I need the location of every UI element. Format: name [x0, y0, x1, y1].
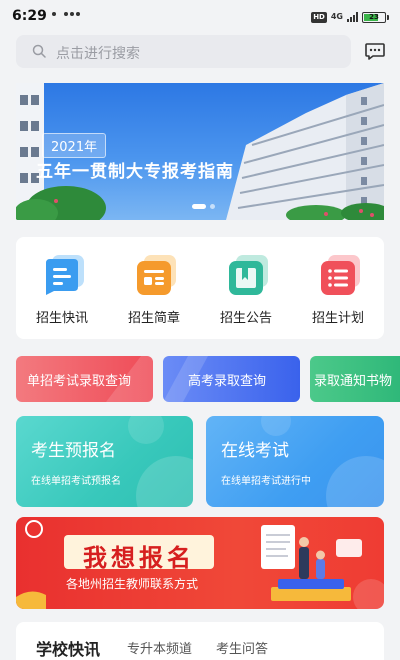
status-indicators: HD 4G 23 — [311, 9, 389, 25]
battery-level: 23 — [369, 12, 379, 21]
feature-subtitle: 在线单招考试进行中 — [221, 476, 311, 487]
carousel-indicator — [192, 204, 215, 209]
news-flash-icon — [46, 255, 84, 295]
announcement-icon — [229, 255, 268, 295]
news-section-title[interactable]: 学校快讯 — [36, 636, 100, 660]
pre-registration-card[interactable]: 考生预报名 在线单招考试预报名 — [16, 416, 193, 507]
quick-link-news[interactable]: 招生快讯 — [26, 249, 98, 329]
brochure-icon — [137, 255, 176, 295]
gaokao-admission-query-button[interactable]: 高考录取查询 — [163, 356, 300, 402]
banner-title: 五年一贯制大专报考指南 — [36, 162, 234, 182]
notification-dot-icon — [76, 12, 80, 16]
status-bar: 6:29 HD 4G 23 — [0, 0, 400, 34]
single-exam-admission-query-button[interactable]: 单招考试录取查询 — [16, 356, 153, 402]
hd-badge: HD — [311, 11, 327, 23]
school-news-section: 学校快讯 专升本频道 考生问答 — [16, 622, 384, 660]
signal-icon — [347, 12, 358, 22]
quick-link-label: 招生简章 — [127, 311, 180, 326]
quick-link-label: 招生快讯 — [35, 311, 88, 326]
online-exam-card[interactable]: 在线考试 在线单招考试进行中 — [206, 416, 384, 507]
query-button-label: 录取通知书物 — [314, 374, 393, 389]
quick-link-announcement[interactable]: 招生公告 — [210, 249, 282, 329]
tab-upgrade-channel[interactable]: 专升本频道 — [127, 638, 192, 657]
query-button-label: 高考录取查询 — [188, 374, 267, 389]
carousel-dot-active — [192, 204, 206, 209]
query-button-label: 单招考试录取查询 — [27, 374, 132, 389]
quick-link-label: 招生计划 — [311, 311, 364, 326]
feature-title: 在线考试 — [221, 441, 289, 461]
card-decoration — [261, 416, 384, 507]
sign-up-title-box: 我想报名 — [64, 535, 214, 572]
plan-list-icon — [321, 255, 360, 295]
quick-link-label: 招生公告 — [219, 311, 272, 326]
feature-subtitle: 在线单招考试预报名 — [31, 476, 121, 487]
search-icon — [32, 44, 46, 58]
message-icon[interactable] — [364, 40, 386, 62]
notification-dot-icon — [70, 12, 74, 16]
tab-student-qa[interactable]: 考生问答 — [216, 638, 268, 657]
card-decoration — [128, 416, 193, 507]
quick-link-plan[interactable]: 招生计划 — [302, 249, 374, 329]
admission-letter-button[interactable]: 录取通知书物 — [310, 356, 400, 402]
quick-link-brochure[interactable]: 招生简章 — [118, 249, 190, 329]
search-placeholder: 点击进行搜索 — [56, 46, 140, 62]
banner-carousel[interactable]: 2021年 五年一贯制大专报考指南 — [16, 83, 384, 220]
notification-dot-icon — [64, 12, 68, 16]
status-time: 6:29 — [12, 8, 47, 24]
quick-links-card: 招生快讯 招生简章 招生公告 招生计划 — [16, 237, 384, 339]
network-type: 4G — [330, 12, 343, 21]
banner-year-tag: 2021年 — [42, 133, 107, 158]
sign-up-subtitle: 各地州招生教师联系方式 — [66, 577, 199, 591]
sign-up-banner[interactable]: 我想报名 各地州招生教师联系方式 — [16, 517, 384, 609]
search-input[interactable]: 点击进行搜索 — [16, 35, 351, 68]
battery-icon: 23 — [362, 11, 389, 23]
carousel-dot — [210, 204, 215, 209]
sign-up-title: 我想报名 — [83, 544, 195, 572]
feature-title: 考生预报名 — [31, 441, 116, 461]
notification-dot-icon — [52, 12, 56, 16]
